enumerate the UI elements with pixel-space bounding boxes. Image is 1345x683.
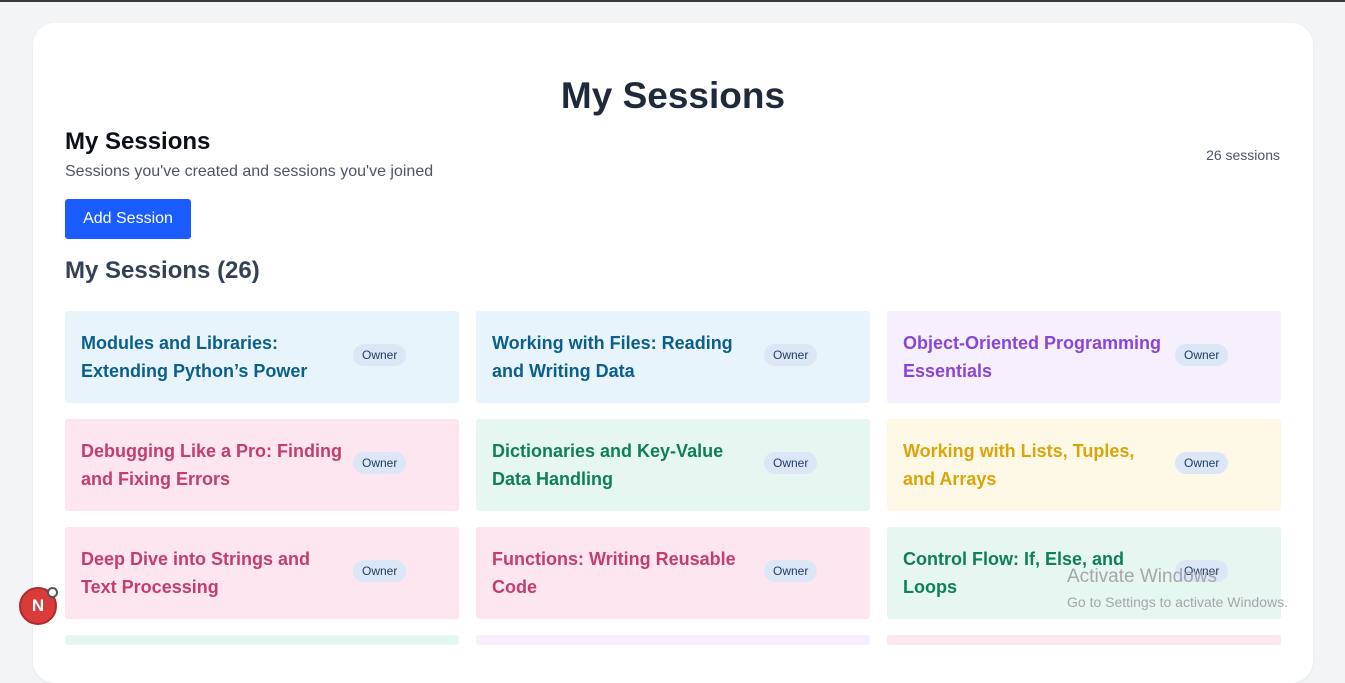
session-title: Working with Lists, Tuples, and Arrays [903, 441, 1135, 489]
add-session-button[interactable]: Add Session [65, 199, 191, 239]
window-top-border [0, 0, 1345, 2]
avatar-status-dot [47, 587, 58, 598]
session-card[interactable]: Debugging Like a Pro: Finding and Fixing… [65, 419, 459, 511]
session-title: Dictionaries and Key-Value Data Handling [492, 441, 724, 489]
session-card[interactable]: Functions: Writing Reusable Code Owner [476, 527, 870, 619]
session-card[interactable]: Modules and Libraries: Extending Python’… [65, 311, 459, 403]
session-title: Object-Oriented Programming Essentials [903, 333, 1162, 381]
session-card-partial[interactable] [476, 635, 870, 645]
owner-badge: Owner [1175, 344, 1229, 366]
owner-badge: Owner [353, 560, 407, 582]
session-title: Deep Dive into Strings and Text Processi… [81, 549, 311, 597]
owner-badge: Owner [764, 560, 818, 582]
owner-badge: Owner [353, 344, 407, 366]
session-card[interactable]: Deep Dive into Strings and Text Processi… [65, 527, 459, 619]
owner-badge: Owner [764, 452, 818, 474]
session-card-partial[interactable] [887, 635, 1281, 645]
session-card[interactable]: Working with Lists, Tuples, and Arrays O… [887, 419, 1281, 511]
watermark-title: Activate Windows [1067, 566, 1217, 587]
session-card[interactable]: Working with Files: Reading and Writing … [476, 311, 870, 403]
session-title: Debugging Like a Pro: Finding and Fixing… [81, 441, 342, 489]
watermark-subtitle: Go to Settings to activate Windows. [1067, 594, 1288, 610]
session-card[interactable]: Dictionaries and Key-Value Data Handling… [476, 419, 870, 511]
session-card[interactable]: Object-Oriented Programming Essentials O… [887, 311, 1281, 403]
owner-badge: Owner [1175, 452, 1229, 474]
page-title: My Sessions [560, 75, 786, 116]
owner-badge: Owner [353, 452, 407, 474]
sessions-list-title: My Sessions (26) [65, 257, 260, 284]
session-card-partial[interactable] [65, 635, 459, 645]
section-title: My Sessions [65, 128, 211, 155]
session-title: Modules and Libraries: Extending Python’… [81, 333, 308, 381]
owner-badge: Owner [764, 344, 818, 366]
windows-activation-watermark: Activate Windows Go to Settings to activ… [1067, 566, 1288, 610]
section-subtitle: Sessions you've created and sessions you… [65, 163, 434, 180]
session-title: Functions: Writing Reusable Code [492, 549, 736, 597]
session-title: Working with Files: Reading and Writing … [492, 333, 733, 381]
session-count: 26 sessions [1206, 147, 1280, 163]
